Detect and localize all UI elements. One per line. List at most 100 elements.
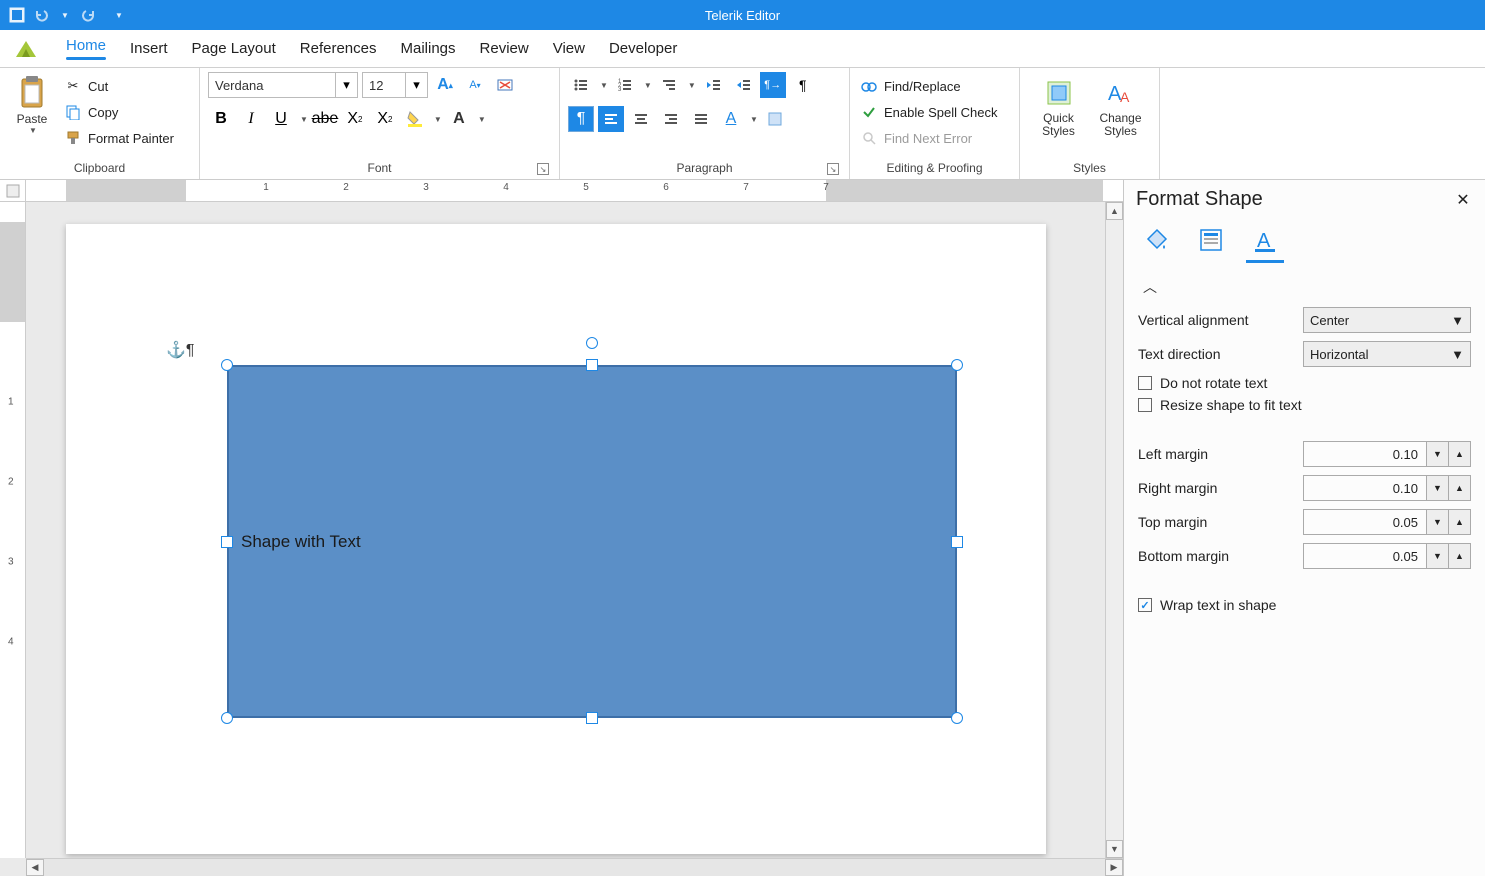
spin-down-button[interactable]: ▼ [1427, 475, 1449, 501]
font-color-dropdown[interactable]: ▼ [478, 115, 486, 124]
undo-button[interactable] [32, 6, 50, 24]
close-panel-button[interactable]: ✕ [1453, 190, 1473, 210]
find-replace-button[interactable]: Find/Replace [858, 74, 999, 98]
bullet-dropdown[interactable]: ▼ [600, 81, 608, 90]
shading-dropdown[interactable]: ▼ [750, 115, 758, 124]
tab-home[interactable]: Home [54, 31, 118, 66]
underline-button[interactable]: U [268, 106, 294, 132]
shape-text[interactable]: Shape with Text [229, 532, 361, 552]
app-logo[interactable] [8, 34, 44, 64]
scroll-left-button[interactable]: ◀ [26, 859, 44, 876]
multilevel-list-button[interactable] [656, 72, 682, 98]
underline-dropdown[interactable]: ▼ [300, 115, 308, 124]
ltr-direction-button[interactable]: ¶→ [760, 72, 786, 98]
spin-up-button[interactable]: ▲ [1449, 441, 1471, 467]
tab-page-layout[interactable]: Page Layout [180, 34, 288, 63]
align-justify-button[interactable] [688, 106, 714, 132]
quick-styles-button[interactable]: Quick Styles [1031, 72, 1087, 138]
top-margin-value[interactable]: 0.05 [1303, 509, 1427, 535]
show-formatting-button[interactable]: ¶ [790, 72, 816, 98]
rtl-paragraph-button[interactable]: ¶ [568, 106, 594, 132]
bottom-margin-spinner[interactable]: 0.05▼▲ [1303, 543, 1471, 569]
chevron-down-icon[interactable]: ▾ [405, 73, 427, 97]
shading-button[interactable]: A [718, 106, 744, 132]
section-collapse-toggle[interactable]: ︿ [1138, 275, 1162, 299]
do-not-rotate-checkbox[interactable]: Do not rotate text [1138, 375, 1471, 391]
tab-view[interactable]: View [541, 34, 597, 63]
bold-button[interactable]: B [208, 106, 234, 132]
right-margin-value[interactable]: 0.10 [1303, 475, 1427, 501]
paragraph-dialog-launcher[interactable]: ↘ [827, 163, 839, 175]
align-right-button[interactable] [658, 106, 684, 132]
highlight-dropdown[interactable]: ▼ [434, 115, 442, 124]
spin-up-button[interactable]: ▲ [1449, 509, 1471, 535]
document-page[interactable]: ⚓¶ Shape with Text [66, 224, 1046, 854]
resize-handle-ne[interactable] [951, 359, 963, 371]
horizontal-scrollbar[interactable]: ◀ ▶ [26, 858, 1123, 876]
subscript-button[interactable]: X2 [342, 106, 368, 132]
bullet-list-button[interactable] [568, 72, 594, 98]
tab-mailings[interactable]: Mailings [389, 34, 468, 63]
italic-button[interactable]: I [238, 106, 264, 132]
right-margin-spinner[interactable]: 0.10▼▲ [1303, 475, 1471, 501]
font-dialog-launcher[interactable]: ↘ [537, 163, 549, 175]
increase-indent-button[interactable] [730, 72, 756, 98]
format-painter-button[interactable]: Format Painter [62, 126, 176, 150]
panel-tab-fill[interactable] [1140, 223, 1174, 257]
resize-handle-s[interactable] [586, 712, 598, 724]
left-margin-spinner[interactable]: 0.10▼▲ [1303, 441, 1471, 467]
selected-shape[interactable]: Shape with Text [221, 359, 963, 724]
spin-down-button[interactable]: ▼ [1427, 543, 1449, 569]
tab-review[interactable]: Review [468, 34, 541, 63]
paste-button[interactable]: Paste ▼ [8, 72, 56, 135]
qat-dropdown[interactable]: ▼ [110, 6, 128, 24]
spin-down-button[interactable]: ▼ [1427, 509, 1449, 535]
resize-handle-n[interactable] [586, 359, 598, 371]
copy-button[interactable]: Copy [62, 100, 176, 124]
document-viewport[interactable]: 1 2 3 4 5 6 7 7 1 2 3 4 ⚓¶ Shape with T [0, 180, 1123, 876]
decrease-indent-button[interactable] [700, 72, 726, 98]
chevron-down-icon[interactable]: ▾ [335, 73, 357, 97]
highlight-color-button[interactable] [402, 106, 428, 132]
align-left-button[interactable] [598, 106, 624, 132]
wrap-text-checkbox[interactable]: ✓Wrap text in shape [1138, 597, 1471, 613]
numbered-list-button[interactable]: 123 [612, 72, 638, 98]
align-center-button[interactable] [628, 106, 654, 132]
left-margin-value[interactable]: 0.10 [1303, 441, 1427, 467]
tab-developer[interactable]: Developer [597, 34, 689, 63]
tab-references[interactable]: References [288, 34, 389, 63]
clear-formatting-button[interactable] [492, 72, 518, 98]
top-margin-spinner[interactable]: 0.05▼▲ [1303, 509, 1471, 535]
tab-insert[interactable]: Insert [118, 34, 180, 63]
vertical-ruler[interactable]: 1 2 3 4 [0, 202, 26, 858]
change-styles-button[interactable]: AA Change Styles [1093, 72, 1149, 138]
spin-down-button[interactable]: ▼ [1427, 441, 1449, 467]
horizontal-ruler[interactable]: 1 2 3 4 5 6 7 7 [26, 180, 1123, 202]
resize-handle-w[interactable] [221, 536, 233, 548]
shape-rectangle[interactable]: Shape with Text [227, 365, 957, 718]
resize-to-fit-checkbox[interactable]: Resize shape to fit text [1138, 397, 1471, 413]
numbered-dropdown[interactable]: ▼ [644, 81, 652, 90]
spin-up-button[interactable]: ▲ [1449, 475, 1471, 501]
find-next-error-button[interactable]: Find Next Error [858, 126, 999, 150]
spin-up-button[interactable]: ▲ [1449, 543, 1471, 569]
multilevel-dropdown[interactable]: ▼ [688, 81, 696, 90]
superscript-button[interactable]: X2 [372, 106, 398, 132]
font-color-button[interactable]: A [446, 106, 472, 132]
resize-handle-nw[interactable] [221, 359, 233, 371]
scroll-up-button[interactable]: ▲ [1106, 202, 1123, 220]
font-size-combo[interactable]: 12▾ [362, 72, 428, 98]
shrink-font-button[interactable]: A▾ [462, 72, 488, 98]
panel-tab-text[interactable]: A [1248, 223, 1282, 257]
rotate-handle[interactable] [586, 337, 598, 349]
bottom-margin-value[interactable]: 0.05 [1303, 543, 1427, 569]
panel-tab-layout[interactable] [1194, 223, 1228, 257]
paragraph-bg-button[interactable] [762, 106, 788, 132]
vertical-scrollbar[interactable]: ▲ ▼ [1105, 202, 1123, 858]
vertical-alignment-select[interactable]: Center▼ [1303, 307, 1471, 333]
redo-button[interactable] [80, 6, 98, 24]
cut-button[interactable]: ✂Cut [62, 74, 176, 98]
undo-dropdown[interactable]: ▼ [56, 6, 74, 24]
resize-handle-sw[interactable] [221, 712, 233, 724]
strikethrough-button[interactable]: abe [312, 106, 338, 132]
